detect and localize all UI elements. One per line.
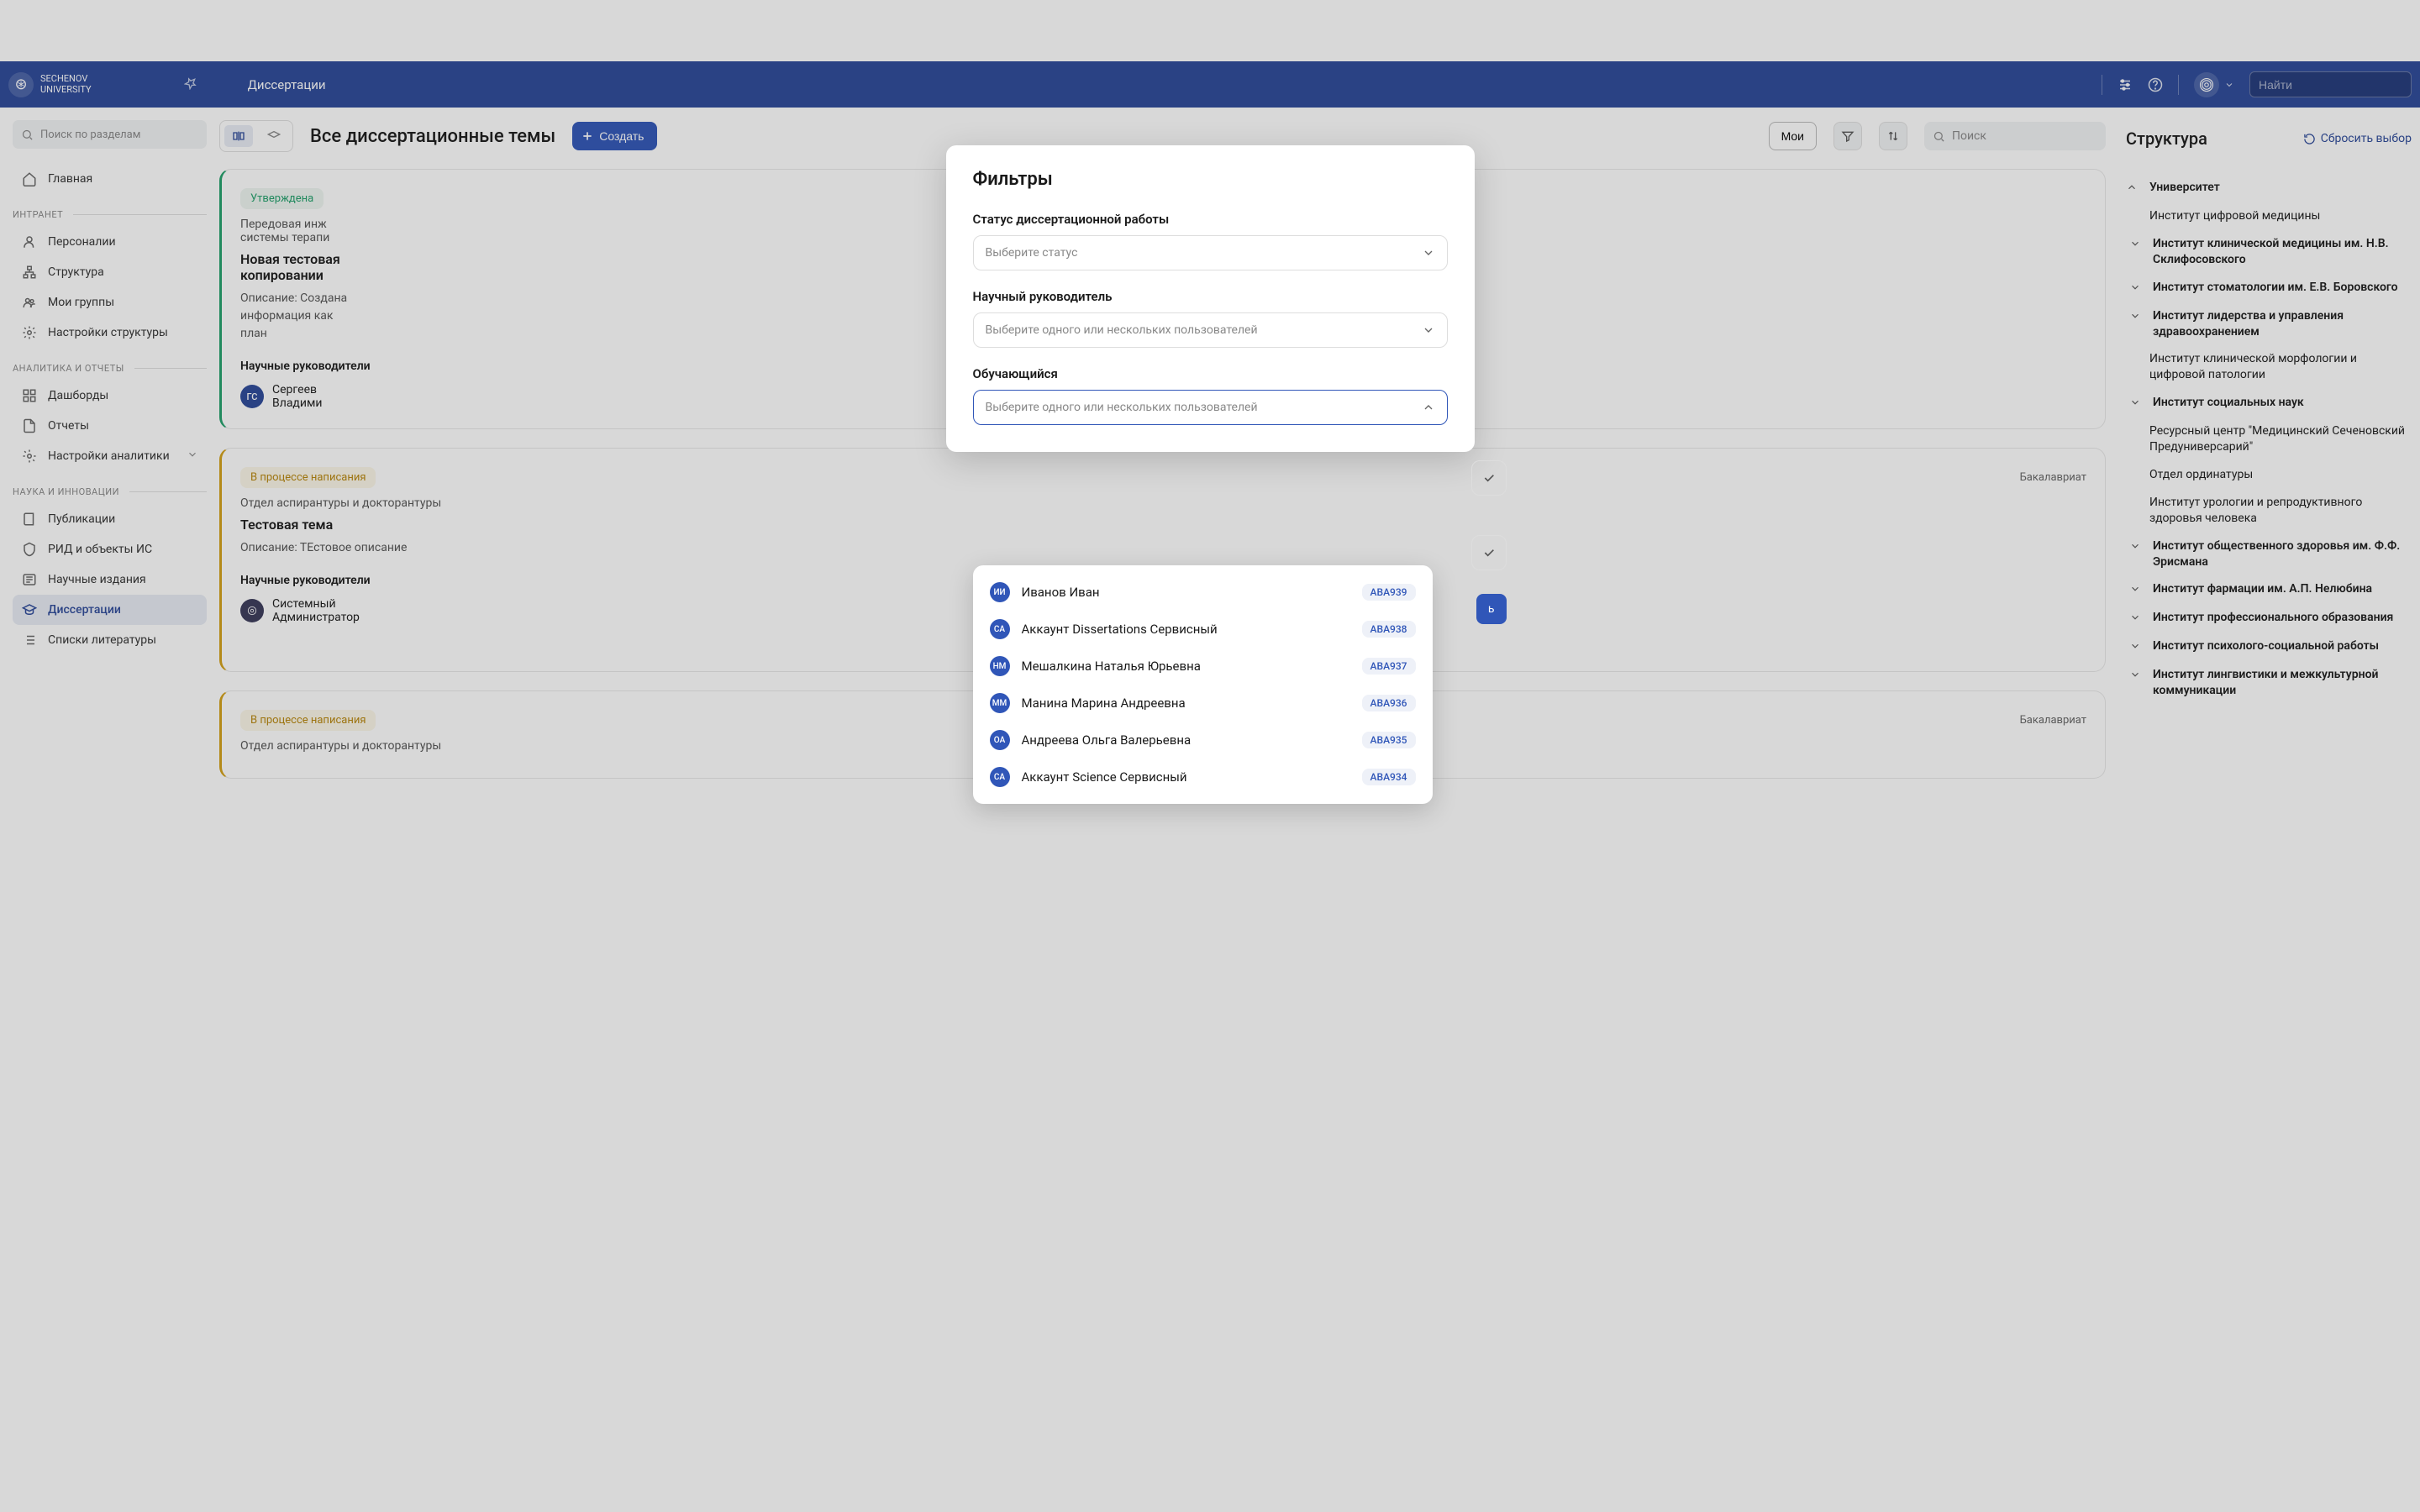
dropdown-item[interactable]: ММ Манина Марина Андреевна АВА936 [973, 685, 1433, 722]
chevron-down-icon [1422, 323, 1435, 337]
user-code: АВА937 [1362, 658, 1416, 675]
avatar: СА [990, 767, 1010, 787]
dropdown-item[interactable]: СА Аккаунт Science Сервисный АВА934 [973, 759, 1433, 795]
select-placeholder: Выберите одного или нескольких пользоват… [986, 401, 1258, 414]
avatar: ОА [990, 730, 1010, 750]
user-code: АВА938 [1362, 621, 1416, 638]
user-name: Аккаунт Science Сервисный [1022, 769, 1350, 785]
user-name: Манина Марина Андреевна [1022, 696, 1350, 711]
dropdown-item[interactable]: ОА Андреева Ольга Валерьевна АВА935 [973, 722, 1433, 759]
checkbox[interactable] [1471, 535, 1507, 570]
status-select[interactable]: Выберите статус [973, 235, 1448, 270]
apply-button[interactable]: ь [1476, 594, 1507, 624]
modal-overlay[interactable]: Фильтры Статус диссертационной работы Вы… [0, 0, 2420, 1512]
checkbox[interactable] [1471, 460, 1507, 496]
select-placeholder: Выберите одного или нескольких пользоват… [986, 323, 1258, 337]
filters-modal: Фильтры Статус диссертационной работы Вы… [946, 145, 1475, 452]
dropdown-item[interactable]: НМ Мешалкина Наталья Юрьевна АВА937 [973, 648, 1433, 685]
supervisor-field-label: Научный руководитель [973, 289, 1448, 304]
user-name: Аккаунт Dissertations Сервисный [1022, 622, 1350, 637]
student-select[interactable]: Выберите одного или нескольких пользоват… [973, 390, 1448, 425]
supervisor-select[interactable]: Выберите одного или нескольких пользоват… [973, 312, 1448, 348]
check-icon [1482, 471, 1496, 485]
dropdown-item[interactable]: СА Аккаунт Dissertations Сервисный АВА938 [973, 611, 1433, 648]
modal-title: Фильтры [973, 169, 1448, 190]
chevron-up-icon [1422, 401, 1435, 414]
avatar: НМ [990, 656, 1010, 676]
student-dropdown: ИИ Иванов Иван АВА939 СА Аккаунт Dissertatio… [973, 565, 1433, 804]
user-code: АВА934 [1362, 769, 1416, 785]
user-code: АВА936 [1362, 695, 1416, 711]
user-name: Иванов Иван [1022, 585, 1350, 600]
dropdown-item[interactable]: ИИ Иванов Иван АВА939 [973, 574, 1433, 611]
chevron-down-icon [1422, 246, 1435, 260]
user-name: Андреева Ольга Валерьевна [1022, 732, 1350, 748]
student-field-label: Обучающийся [973, 366, 1448, 381]
status-field-label: Статус диссертационной работы [973, 212, 1448, 227]
avatar: ММ [990, 693, 1010, 713]
select-placeholder: Выберите статус [986, 246, 1078, 260]
check-icon [1482, 546, 1496, 559]
avatar: СА [990, 619, 1010, 639]
user-code: АВА939 [1362, 584, 1416, 601]
avatar: ИИ [990, 582, 1010, 602]
user-code: АВА935 [1362, 732, 1416, 748]
user-name: Мешалкина Наталья Юрьевна [1022, 659, 1350, 674]
